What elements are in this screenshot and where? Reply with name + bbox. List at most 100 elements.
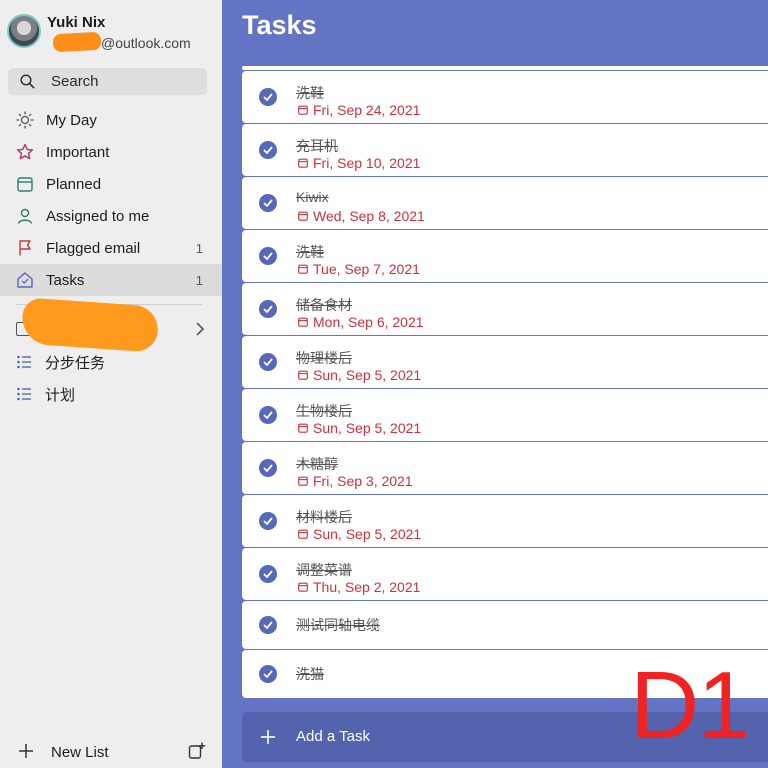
task-row[interactable]: 木糖醇 Fri, Sep 3, 2021: [242, 442, 768, 494]
list-group[interactable]: [0, 297, 222, 353]
task-row[interactable]: 储备食材 Mon, Sep 6, 2021: [242, 283, 768, 335]
completed-checkbox[interactable]: [259, 616, 277, 634]
search-box[interactable]: Search: [8, 68, 207, 95]
home-icon: [17, 272, 33, 288]
sidebar-item-list[interactable]: 计划: [0, 378, 222, 410]
task-due-date: Fri, Sep 24, 2021: [298, 102, 420, 118]
user-email-suffix: @outlook.com: [101, 35, 191, 51]
task-row[interactable]: 充耳机 Fri, Sep 10, 2021: [242, 124, 768, 176]
task-due-date-label: Fri, Sep 24, 2021: [313, 102, 421, 118]
completed-checkbox[interactable]: [259, 512, 277, 530]
sidebar-item-label: 分步任务: [45, 354, 106, 372]
calendar-icon: [17, 177, 33, 192]
sidebar-item-label: Important: [46, 143, 110, 161]
task-list: 洗鞋 Fri, Sep 24, 2021 充耳机 Fri, Sep 10, 2021 K…: [242, 66, 768, 699]
item-count: 1: [195, 272, 203, 288]
task-title: 测试同轴电缆: [296, 617, 380, 633]
task-row[interactable]: 生物楼后 Sun, Sep 5, 2021: [242, 389, 768, 441]
sidebar-item-label: Tasks: [46, 271, 85, 289]
watermark-label: D1: [630, 652, 751, 759]
redaction-mark: [52, 31, 102, 53]
new-group-icon[interactable]: [188, 742, 206, 760]
completed-checkbox[interactable]: [259, 353, 277, 371]
calendar-icon: [298, 105, 308, 115]
completed-checkbox[interactable]: [259, 88, 277, 106]
task-list-top-edge: [242, 66, 768, 70]
completed-checkbox[interactable]: [259, 406, 277, 424]
task-due-date: Fri, Sep 3, 2021: [298, 473, 413, 489]
task-row[interactable]: 测试同轴电缆: [242, 601, 768, 649]
completed-checkbox[interactable]: [259, 565, 277, 583]
sidebar-item-label: Flagged email: [46, 239, 141, 257]
person-icon: [17, 208, 33, 224]
sidebar-item-my-day[interactable]: My Day: [0, 104, 222, 136]
task-title: Kiwix: [296, 189, 329, 205]
sidebar: Yuki Nix @outlook.com Search My Day Impo…: [0, 0, 222, 768]
task-due-date-label: Fri, Sep 10, 2021: [313, 155, 421, 171]
check-icon: [263, 570, 273, 578]
avatar[interactable]: [7, 14, 41, 48]
task-row[interactable]: 物理楼后 Sun, Sep 5, 2021: [242, 336, 768, 388]
check-icon: [263, 517, 273, 525]
calendar-icon: [298, 370, 308, 380]
add-task-label: Add a Task: [296, 728, 370, 745]
list-icon: [17, 387, 31, 401]
task-title: 洗鞋: [296, 244, 324, 260]
completed-checkbox[interactable]: [259, 665, 277, 683]
flag-icon: [19, 240, 31, 256]
plus-icon: [261, 730, 275, 744]
sidebar-item-flagged-email[interactable]: Flagged email 1: [0, 232, 222, 264]
check-icon: [263, 411, 273, 419]
calendar-icon: [298, 317, 308, 327]
task-title: 充耳机: [296, 138, 338, 154]
check-icon: [263, 93, 273, 101]
check-icon: [263, 199, 273, 207]
calendar-icon: [298, 582, 308, 592]
task-row[interactable]: Kiwix Wed, Sep 8, 2021: [242, 177, 768, 229]
sidebar-item-important[interactable]: Important: [0, 136, 222, 168]
completed-checkbox[interactable]: [259, 459, 277, 477]
list-icon: [17, 355, 31, 369]
check-icon: [263, 621, 273, 629]
new-list-button[interactable]: New List: [0, 738, 222, 768]
sidebar-item-tasks[interactable]: Tasks 1: [0, 264, 222, 296]
task-due-date-label: Wed, Sep 8, 2021: [313, 208, 425, 224]
sidebar-item-planned[interactable]: Planned: [0, 168, 222, 200]
task-due-date: Sun, Sep 5, 2021: [298, 526, 421, 542]
task-due-date: Wed, Sep 8, 2021: [298, 208, 425, 224]
sidebar-item-list[interactable]: 分步任务: [0, 346, 222, 378]
task-row[interactable]: 材料楼后 Sun, Sep 5, 2021: [242, 495, 768, 547]
check-icon: [263, 670, 273, 678]
check-icon: [263, 464, 273, 472]
task-row[interactable]: 洗鞋 Tue, Sep 7, 2021: [242, 230, 768, 282]
custom-lists: 分步任务 计划: [0, 346, 222, 410]
chevron-right-icon[interactable]: [194, 321, 206, 337]
task-title: 调整菜谱: [296, 562, 352, 578]
task-due-date: Tue, Sep 7, 2021: [298, 261, 420, 277]
calendar-icon: [298, 529, 308, 539]
task-due-date-label: Fri, Sep 3, 2021: [313, 473, 413, 489]
task-title: 洗猫: [296, 666, 324, 682]
smart-lists-nav: My Day Important Planned Assigned to me: [0, 104, 222, 296]
account-profile[interactable]: Yuki Nix @outlook.com: [7, 14, 217, 58]
sun-icon: [16, 111, 34, 129]
star-icon: [16, 143, 34, 160]
completed-checkbox[interactable]: [259, 300, 277, 318]
completed-checkbox[interactable]: [259, 247, 277, 265]
user-email: @outlook.com: [52, 31, 191, 53]
task-title: 储备食材: [296, 297, 352, 313]
task-row[interactable]: 调整菜谱 Thu, Sep 2, 2021: [242, 548, 768, 600]
completed-checkbox[interactable]: [259, 194, 277, 212]
completed-checkbox[interactable]: [259, 141, 277, 159]
task-due-date: Fri, Sep 10, 2021: [298, 155, 420, 171]
check-icon: [263, 146, 273, 154]
task-row[interactable]: 洗鞋 Fri, Sep 24, 2021: [242, 71, 768, 123]
task-title: 洗鞋: [296, 85, 324, 101]
sidebar-item-label: 计划: [45, 386, 76, 404]
calendar-icon: [298, 264, 308, 274]
calendar-icon: [298, 423, 308, 433]
task-due-date-label: Sun, Sep 5, 2021: [313, 367, 422, 383]
calendar-icon: [298, 158, 308, 168]
sidebar-item-assigned[interactable]: Assigned to me: [0, 200, 222, 232]
check-icon: [263, 358, 273, 366]
